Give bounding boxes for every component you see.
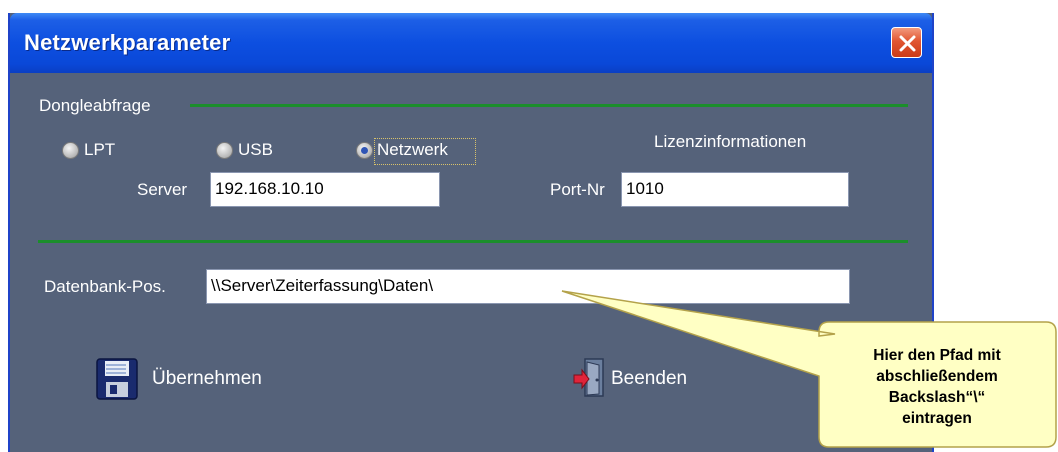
- callout-line-4: eintragen: [902, 410, 972, 427]
- callout-line-1: Hier den Pfad mit: [873, 347, 1001, 364]
- callout-line-2: abschließendem: [876, 368, 998, 385]
- callout-line-3: Backslash“\“: [888, 389, 986, 406]
- callout-text: Hier den Pfad mit abschließendem Backsla…: [825, 345, 1049, 429]
